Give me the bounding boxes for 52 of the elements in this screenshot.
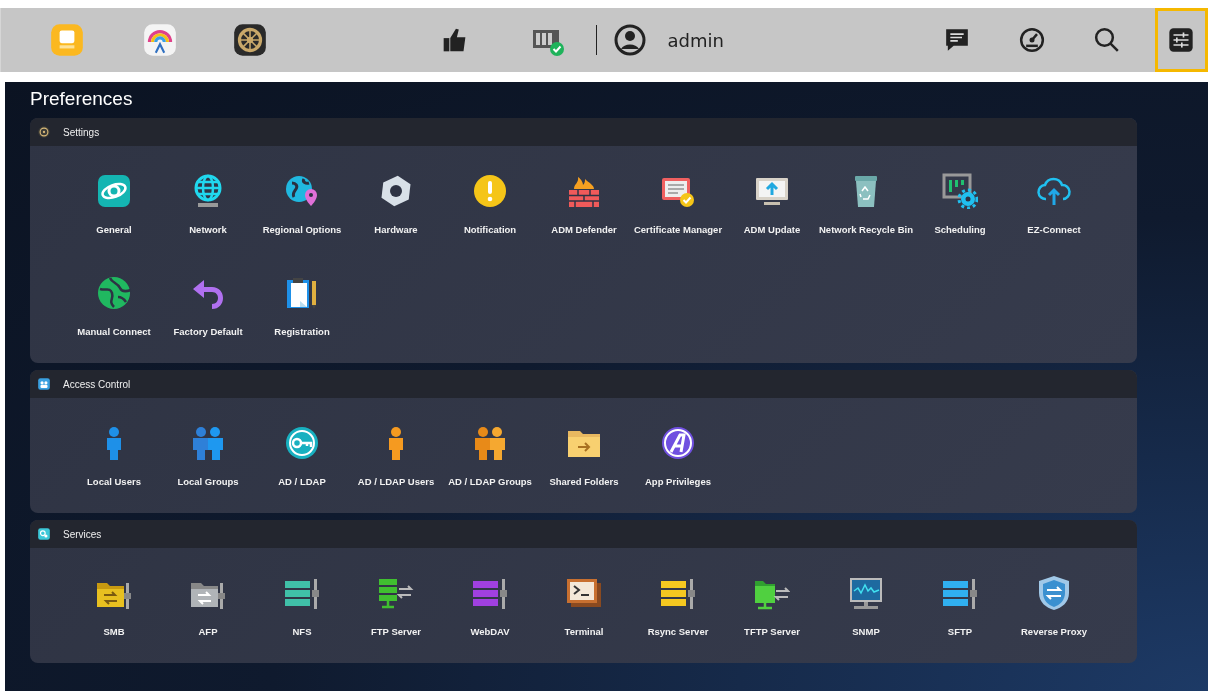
preference-item[interactable]: Scheduling	[913, 173, 1007, 235]
chart-gear-icon	[942, 173, 978, 209]
gear-icon	[37, 125, 51, 139]
app-logo-icon	[660, 425, 696, 461]
preference-item[interactable]: Rsync Server	[631, 575, 725, 637]
preference-item[interactable]: FTP Server	[349, 575, 443, 637]
preference-item[interactable]: NFS	[255, 575, 349, 637]
preference-item[interactable]: Regional Options	[255, 173, 349, 235]
preference-item[interactable]: Local Users	[67, 425, 161, 487]
people-icon	[37, 377, 51, 391]
preference-item[interactable]: TFTP Server	[725, 575, 819, 637]
preference-item[interactable]: AD / LDAP	[255, 425, 349, 487]
preference-item[interactable]: WebDAV	[443, 575, 537, 637]
section-title: Access Control	[63, 378, 131, 390]
section-title: Settings	[63, 126, 100, 138]
gauge-icon	[1017, 25, 1047, 55]
monitor-icon	[848, 575, 884, 611]
preference-item[interactable]: Notification	[443, 173, 537, 235]
preference-item[interactable]: App Privileges	[631, 425, 725, 487]
preference-item[interactable]: Hardware	[349, 173, 443, 235]
preference-item[interactable]: Registration	[255, 275, 349, 337]
preference-item[interactable]: AD / LDAP Users	[349, 425, 443, 487]
preference-item[interactable]: Terminal	[537, 575, 631, 637]
section-title: Services	[63, 528, 102, 540]
preference-item[interactable]: Reverse Proxy	[1007, 575, 1101, 637]
logo-icon	[96, 173, 132, 209]
toolbar-button[interactable]	[1155, 8, 1208, 72]
preference-item[interactable]: AD / LDAP Groups	[443, 425, 537, 487]
preference-item[interactable]: ADM Update	[725, 173, 819, 235]
globe-icon	[96, 275, 132, 311]
preference-item[interactable]: Network Recycle Bin	[819, 173, 913, 235]
shield-icon	[1036, 575, 1072, 611]
page-title: Preferences	[29, 87, 134, 111]
preference-item[interactable]: SMB	[67, 575, 161, 637]
preference-item[interactable]: EZ-Connect	[1007, 173, 1101, 235]
preference-item[interactable]: Network	[161, 173, 255, 235]
warning-icon	[472, 173, 508, 209]
users-icon	[472, 425, 508, 461]
preference-item[interactable]: SFTP	[913, 575, 1007, 637]
preference-item[interactable]: Local Groups	[161, 425, 255, 487]
preference-item[interactable]: SNMP	[819, 575, 913, 637]
preference-item[interactable]: Shared Folders	[537, 425, 631, 487]
preference-item[interactable]: ADM Defender	[537, 173, 631, 235]
key-icon	[284, 425, 320, 461]
preference-item[interactable]: General	[67, 173, 161, 235]
user-name: admin	[667, 29, 724, 51]
users-icon	[190, 425, 226, 461]
preference-item[interactable]: Certificate Manager	[631, 173, 725, 235]
service-icon	[37, 527, 51, 541]
preference-item[interactable]: Factory Default	[161, 275, 255, 337]
preference-item[interactable]: Manual Connect	[67, 275, 161, 337]
preference-item[interactable]: AFP	[161, 575, 255, 637]
